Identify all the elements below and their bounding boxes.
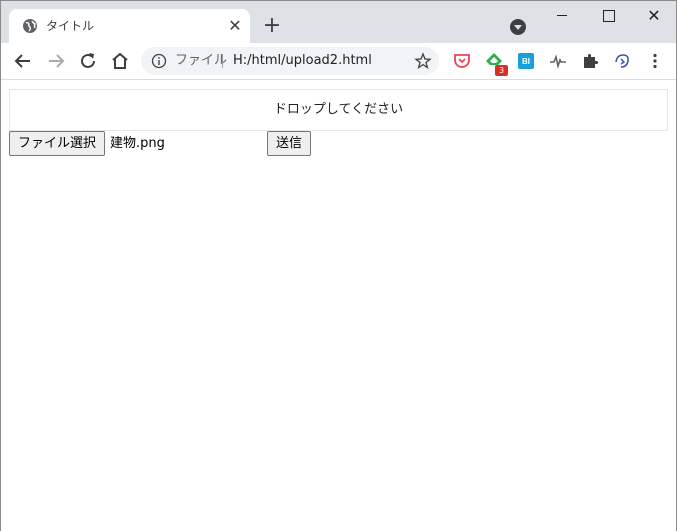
new-tab-plus-icon[interactable]: + [260,15,284,39]
bi-extension-icon[interactable]: BI [518,53,534,69]
reload-icon[interactable] [76,49,100,73]
maximize-button[interactable] [585,1,631,31]
submit-button[interactable]: 送信 [267,131,311,156]
tab-search-icon[interactable] [510,19,526,35]
tab-title: タイトル [46,19,95,33]
info-icon[interactable] [151,53,167,69]
tab-close-icon[interactable]: ✕ [227,18,243,34]
browser-toolbar: ファイル H:/html/upload2.html 3 BI [1,43,676,80]
bookmark-star-icon[interactable] [414,52,432,70]
globe-icon [23,19,37,33]
extensions-puzzle-icon[interactable] [581,52,599,70]
forward-arrow-icon[interactable] [44,49,68,73]
address-separator [222,54,223,68]
drop-zone[interactable]: ドロップしてください [9,89,668,131]
minimize-button[interactable] [539,1,585,31]
home-icon[interactable] [108,49,132,73]
tab-active[interactable]: タイトル ✕ [9,9,250,43]
pocket-extension-icon[interactable] [453,52,471,70]
browser-window: タイトル ✕ + ✕ ファイル H:/html/upload2.html 3 B… [0,0,677,531]
file-select-button[interactable]: ファイル選択 [9,131,105,156]
profile-avatar-icon[interactable] [613,52,631,70]
close-window-button[interactable]: ✕ [631,1,677,31]
page-content: ドロップしてください ファイル選択 建物.png 送信 [1,81,676,531]
pulse-extension-icon[interactable] [549,52,567,70]
back-arrow-icon[interactable] [11,49,35,73]
address-bar[interactable]: ファイル H:/html/upload2.html [141,47,439,75]
selected-file-name: 建物.png [110,136,165,151]
menu-kebab-icon[interactable] [645,51,665,71]
scheme-label: ファイル [175,53,228,68]
tab-strip: タイトル ✕ + ✕ [1,1,676,43]
feedly-badge: 3 [495,65,508,76]
url-text[interactable]: H:/html/upload2.html [233,53,372,69]
